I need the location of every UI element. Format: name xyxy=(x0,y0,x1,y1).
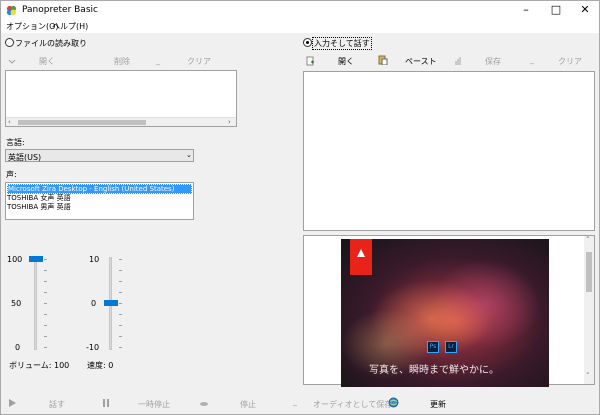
adobe-logo-tag xyxy=(350,239,372,275)
volume-tick xyxy=(44,281,47,282)
voice-item[interactable]: TOSHIBA 男声 英語 xyxy=(7,202,71,212)
language-label: 言語: xyxy=(6,138,25,147)
scroll-thumb[interactable] xyxy=(18,120,146,125)
adobe-logo-icon xyxy=(357,249,365,257)
stop-icon[interactable] xyxy=(199,398,209,408)
speed-tick xyxy=(119,270,122,271)
volume-tick xyxy=(44,303,47,304)
menu-help[interactable]: ヘルプ(H) xyxy=(52,21,88,32)
speed-label: 速度: 0 xyxy=(87,361,114,370)
right-save-button[interactable]: 保存 xyxy=(485,56,501,67)
menu-bar: オプション(O) ヘルプ(H) xyxy=(1,19,599,33)
scroll-down-icon[interactable]: ˅ xyxy=(586,372,590,380)
scroll-up-icon[interactable]: ˄ xyxy=(586,236,590,244)
text-input-area[interactable] xyxy=(303,71,595,231)
left-delete-button[interactable]: 削除 xyxy=(114,56,130,67)
input-speak-radio[interactable] xyxy=(303,38,312,47)
volume-tick xyxy=(44,325,47,326)
save-icon[interactable] xyxy=(453,56,463,66)
speed-tick xyxy=(119,325,122,326)
volume-tick xyxy=(44,292,47,293)
speed-tick xyxy=(119,259,122,260)
left-clear-button[interactable]: クリア xyxy=(187,56,211,67)
photoshop-badge-icon: Ps xyxy=(427,341,439,353)
app-logo-icon xyxy=(6,5,17,16)
right-clear-icon[interactable]: _ xyxy=(530,55,534,64)
left-clear-icon[interactable]: _ xyxy=(156,56,160,65)
ad-banner-image[interactable]: Ps Lr 写真を、瞬時まで鮮やかに。 xyxy=(341,239,549,387)
right-clear-button[interactable]: クリア xyxy=(558,56,582,67)
pause-icon[interactable] xyxy=(101,398,111,408)
volume-tick xyxy=(44,259,47,260)
app-window: Panopreter Basic – □ ✕ オプション(O) ヘルプ(H) フ… xyxy=(0,0,600,415)
volume-tick xyxy=(44,336,47,337)
speed-tick xyxy=(119,303,122,304)
language-value: 英語(US) xyxy=(8,153,42,162)
lightroom-badge-icon: Lr xyxy=(445,341,457,353)
language-select[interactable]: 英語(US) ⌄ xyxy=(5,149,194,162)
volume-tick xyxy=(44,270,47,271)
speed-tick xyxy=(119,292,122,293)
volume-tick xyxy=(44,314,47,315)
scroll-left-icon[interactable]: ‹ xyxy=(8,118,11,126)
right-paste-button[interactable]: ペースト xyxy=(405,56,437,67)
left-open-button[interactable]: 開く xyxy=(39,56,55,67)
stop-button[interactable]: 停止 xyxy=(240,399,256,410)
menu-options[interactable]: オプション(O) xyxy=(6,21,59,32)
volume-tick-label: 100 xyxy=(7,255,23,264)
volume-tick-label: 50 xyxy=(11,299,22,308)
close-button[interactable]: ✕ xyxy=(572,1,598,19)
speed-tick xyxy=(119,314,122,315)
voice-listbox[interactable]: Microsoft Zira Desktop - English (United… xyxy=(5,182,194,220)
speed-tick-label: 10 xyxy=(89,255,100,264)
new-document-icon[interactable] xyxy=(305,56,315,66)
maximize-button[interactable]: □ xyxy=(543,1,569,19)
speed-tick xyxy=(119,336,122,337)
volume-slider-thumb[interactable] xyxy=(29,256,43,262)
save-audio-button[interactable]: オーディオとして保存 xyxy=(313,399,392,410)
read-file-label: ファイルの読み取り xyxy=(15,39,87,48)
speed-slider-thumb[interactable] xyxy=(104,300,118,306)
speed-tick-label: -10 xyxy=(86,343,100,352)
ad-caption: 写真を、瞬時まで鮮やかに。 xyxy=(369,365,499,376)
pause-button[interactable]: 一時停止 xyxy=(138,399,170,410)
speed-tick xyxy=(119,281,122,282)
volume-tick xyxy=(44,347,47,348)
read-file-radio[interactable] xyxy=(5,38,14,47)
paste-icon[interactable] xyxy=(378,55,388,65)
file-list-box[interactable]: ‹ › xyxy=(5,70,237,127)
volume-slider-track[interactable] xyxy=(34,257,37,350)
voice-label: 声: xyxy=(6,170,17,179)
speed-tick-label: 0 xyxy=(91,299,97,308)
volume-label: ボリューム: 100 xyxy=(9,361,70,370)
ad-vscrollbar[interactable]: ˄ ˅ xyxy=(584,236,594,384)
scroll-right-icon[interactable]: › xyxy=(228,118,231,126)
chevron-down-icon: ⌄ xyxy=(186,151,192,159)
update-button[interactable]: 更新 xyxy=(430,399,446,410)
scroll-thumb[interactable] xyxy=(586,252,592,292)
volume-tick-label: 0 xyxy=(15,343,21,352)
speak-button[interactable]: 話す xyxy=(49,399,65,410)
play-icon[interactable] xyxy=(7,398,17,408)
input-speak-label: 入力そして話す xyxy=(312,37,372,50)
firework-burst xyxy=(431,259,541,349)
speed-tick xyxy=(119,347,122,348)
minimize-button[interactable]: – xyxy=(513,1,539,19)
open-file-icon[interactable] xyxy=(7,56,17,66)
right-open-button[interactable]: 開く xyxy=(338,56,354,67)
save-audio-icon[interactable]: _ xyxy=(293,397,297,406)
window-title: Panopreter Basic xyxy=(22,5,98,15)
update-globe-icon[interactable] xyxy=(388,397,399,408)
file-list-hscrollbar[interactable]: ‹ › xyxy=(6,117,236,126)
title-bar: Panopreter Basic – □ ✕ xyxy=(1,1,599,19)
